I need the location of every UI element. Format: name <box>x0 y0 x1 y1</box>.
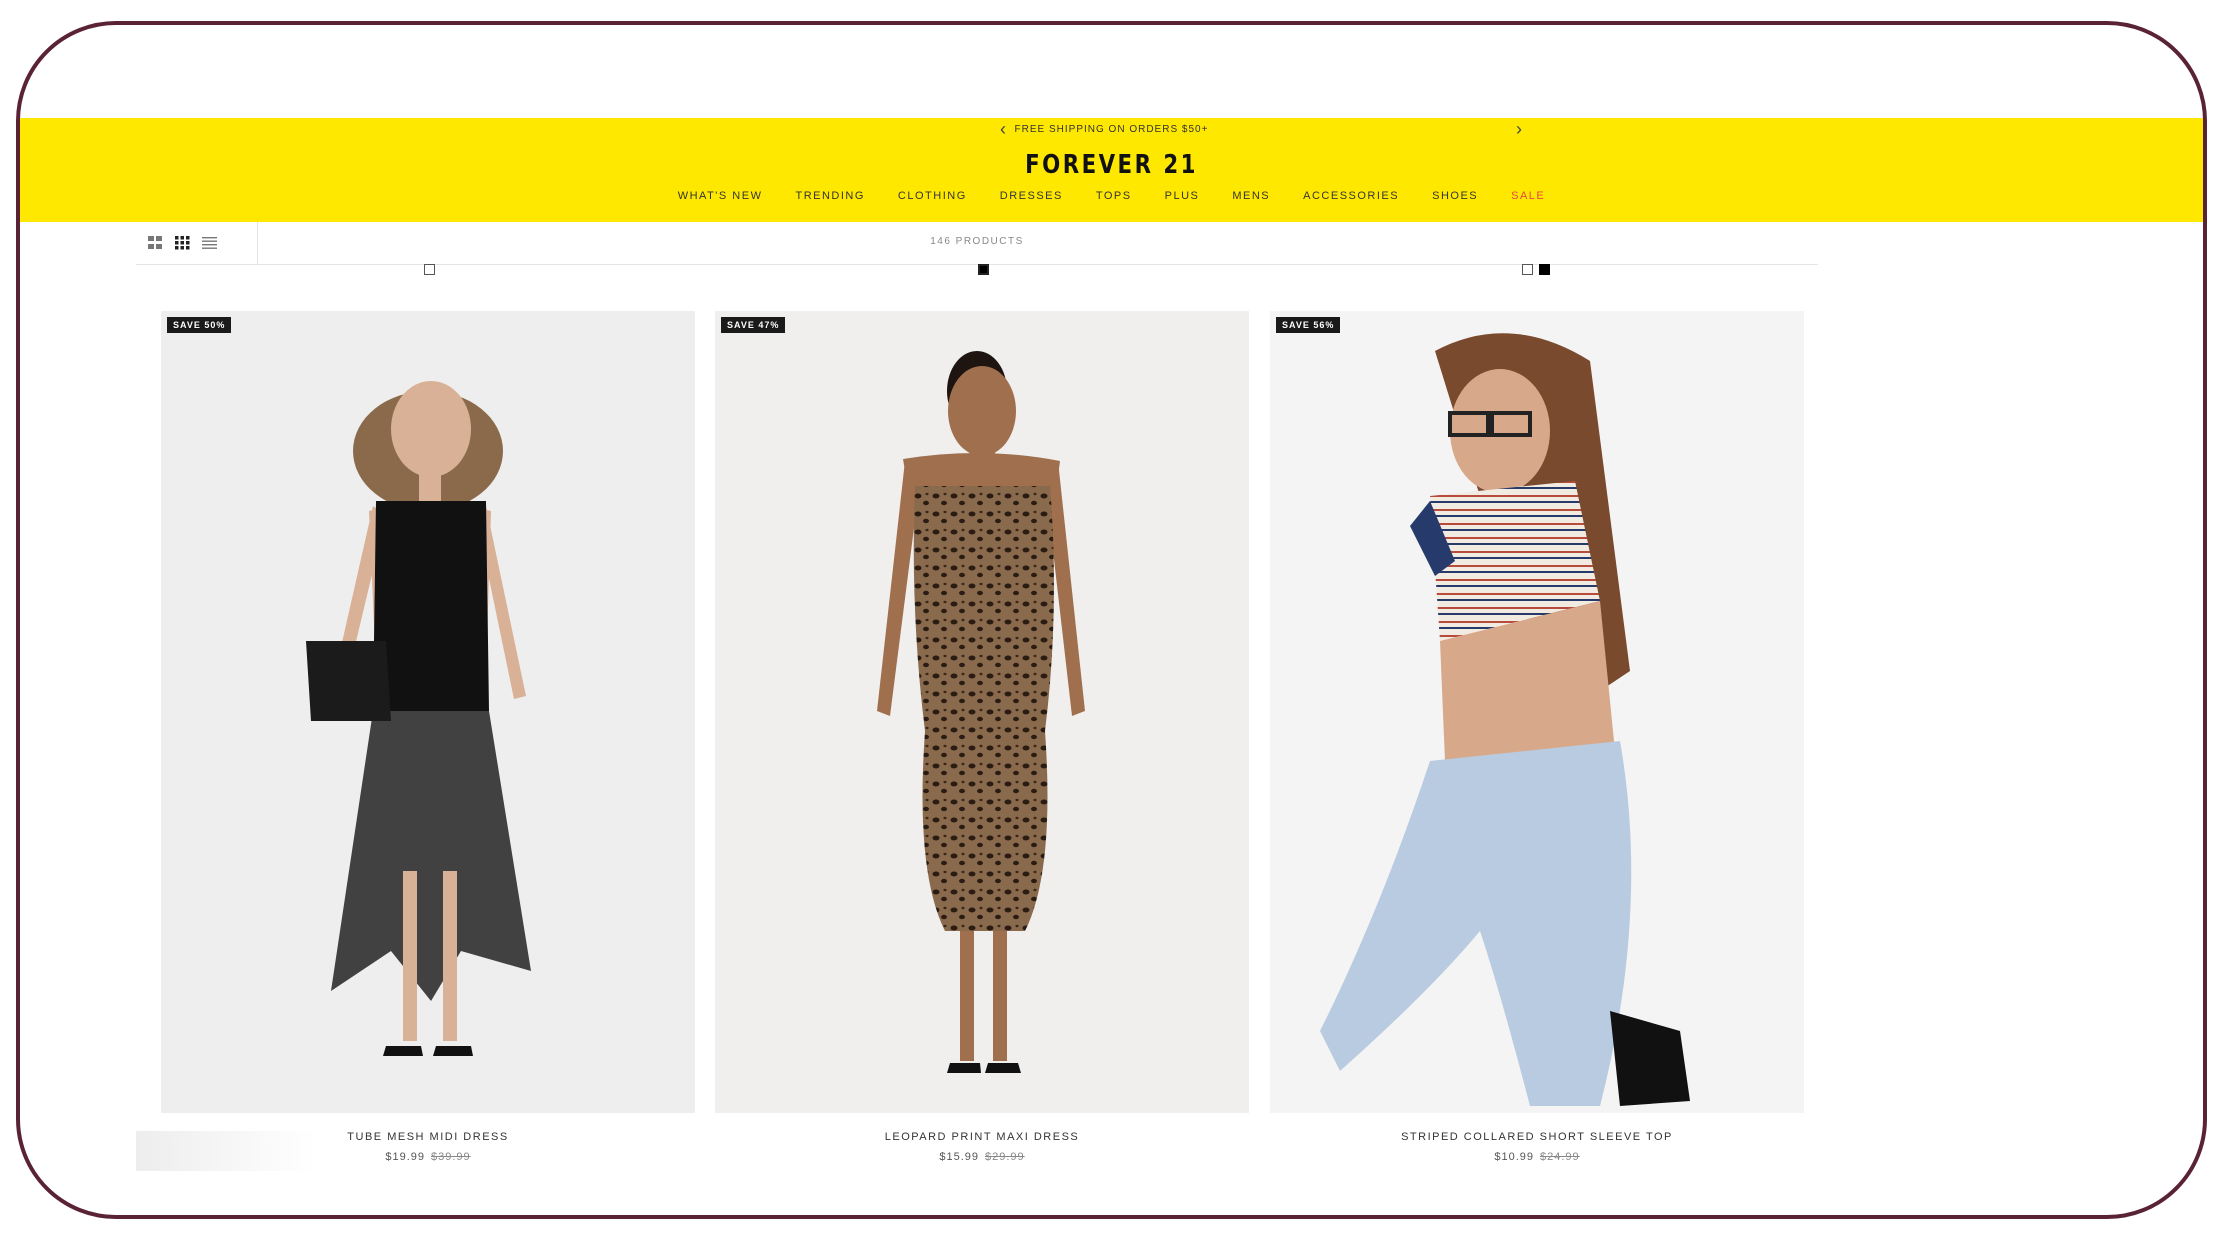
color-swatch[interactable] <box>978 264 989 275</box>
main-nav: WHAT'S NEW TRENDING CLOTHING DRESSES TOP… <box>20 190 2203 202</box>
swatch-group <box>978 264 989 280</box>
original-price: $39.99 <box>431 1151 471 1163</box>
nav-item-trending[interactable]: TRENDING <box>795 190 864 202</box>
product-price: $10.99 $24.99 <box>1270 1151 1804 1163</box>
site-header: ‹ FREE SHIPPING ON ORDERS $50+ › FOREVER… <box>20 118 2203 222</box>
brand-logo[interactable]: FOREVER 21 <box>216 150 2006 180</box>
swatch-group <box>1522 264 1550 280</box>
nav-item-whats-new[interactable]: WHAT'S NEW <box>678 190 763 202</box>
scroll-shadow <box>136 1131 316 1171</box>
product-card[interactable]: SAVE 56% STRIPED COLLARED SHORT SLEEVE T… <box>1270 311 1804 1163</box>
sale-price: $10.99 <box>1494 1151 1534 1163</box>
promo-bar: ‹ FREE SHIPPING ON ORDERS $50+ › <box>20 118 2203 144</box>
color-swatch[interactable] <box>424 264 435 275</box>
nav-item-plus[interactable]: PLUS <box>1165 190 1200 202</box>
sale-price: $15.99 <box>939 1151 979 1163</box>
nav-item-accessories[interactable]: ACCESSORIES <box>1303 190 1399 202</box>
sale-price: $19.99 <box>385 1151 425 1163</box>
product-image[interactable]: SAVE 50% <box>161 311 695 1113</box>
product-price: $15.99 $29.99 <box>715 1151 1249 1163</box>
nav-item-shoes[interactable]: SHOES <box>1432 190 1478 202</box>
product-card[interactable]: SAVE 47% LEOPARD PRINT MAXI DRESS $15.99… <box>715 311 1249 1163</box>
discount-badge: SAVE 47% <box>721 317 786 333</box>
product-title[interactable]: LEOPARD PRINT MAXI DRESS <box>715 1131 1249 1143</box>
discount-badge: SAVE 56% <box>1276 317 1341 333</box>
chevron-right-icon[interactable]: › <box>1516 120 1522 138</box>
striped-top-photo <box>1270 311 1804 1113</box>
black-dress-photo <box>161 311 695 1113</box>
original-price: $24.99 <box>1540 1151 1580 1163</box>
color-swatch[interactable] <box>1522 264 1533 275</box>
product-image[interactable]: SAVE 47% <box>715 311 1249 1113</box>
swatch-group <box>424 264 435 280</box>
promo-text: FREE SHIPPING ON ORDERS $50+ <box>1014 124 1209 135</box>
nav-item-dresses[interactable]: DRESSES <box>1000 190 1063 202</box>
browser-frame: ‹ FREE SHIPPING ON ORDERS $50+ › FOREVER… <box>16 21 2207 1219</box>
product-image[interactable]: SAVE 56% <box>1270 311 1804 1113</box>
product-toolbar: 146 PRODUCTS <box>136 222 1818 265</box>
product-title[interactable]: STRIPED COLLARED SHORT SLEEVE TOP <box>1270 1131 1804 1143</box>
product-count: 146 PRODUCTS <box>930 236 1024 247</box>
nav-item-tops[interactable]: TOPS <box>1096 190 1132 202</box>
nav-item-sale[interactable]: SALE <box>1511 190 1545 202</box>
leopard-dress-photo <box>715 311 1249 1113</box>
original-price: $29.99 <box>985 1151 1025 1163</box>
discount-badge: SAVE 50% <box>167 317 232 333</box>
color-swatch[interactable] <box>1539 264 1550 275</box>
nav-item-clothing[interactable]: CLOTHING <box>898 190 967 202</box>
product-card[interactable]: SAVE 50% TUBE MESH MIDI DRESS $19.99 $39.… <box>161 311 695 1163</box>
nav-item-mens[interactable]: MENS <box>1232 190 1270 202</box>
